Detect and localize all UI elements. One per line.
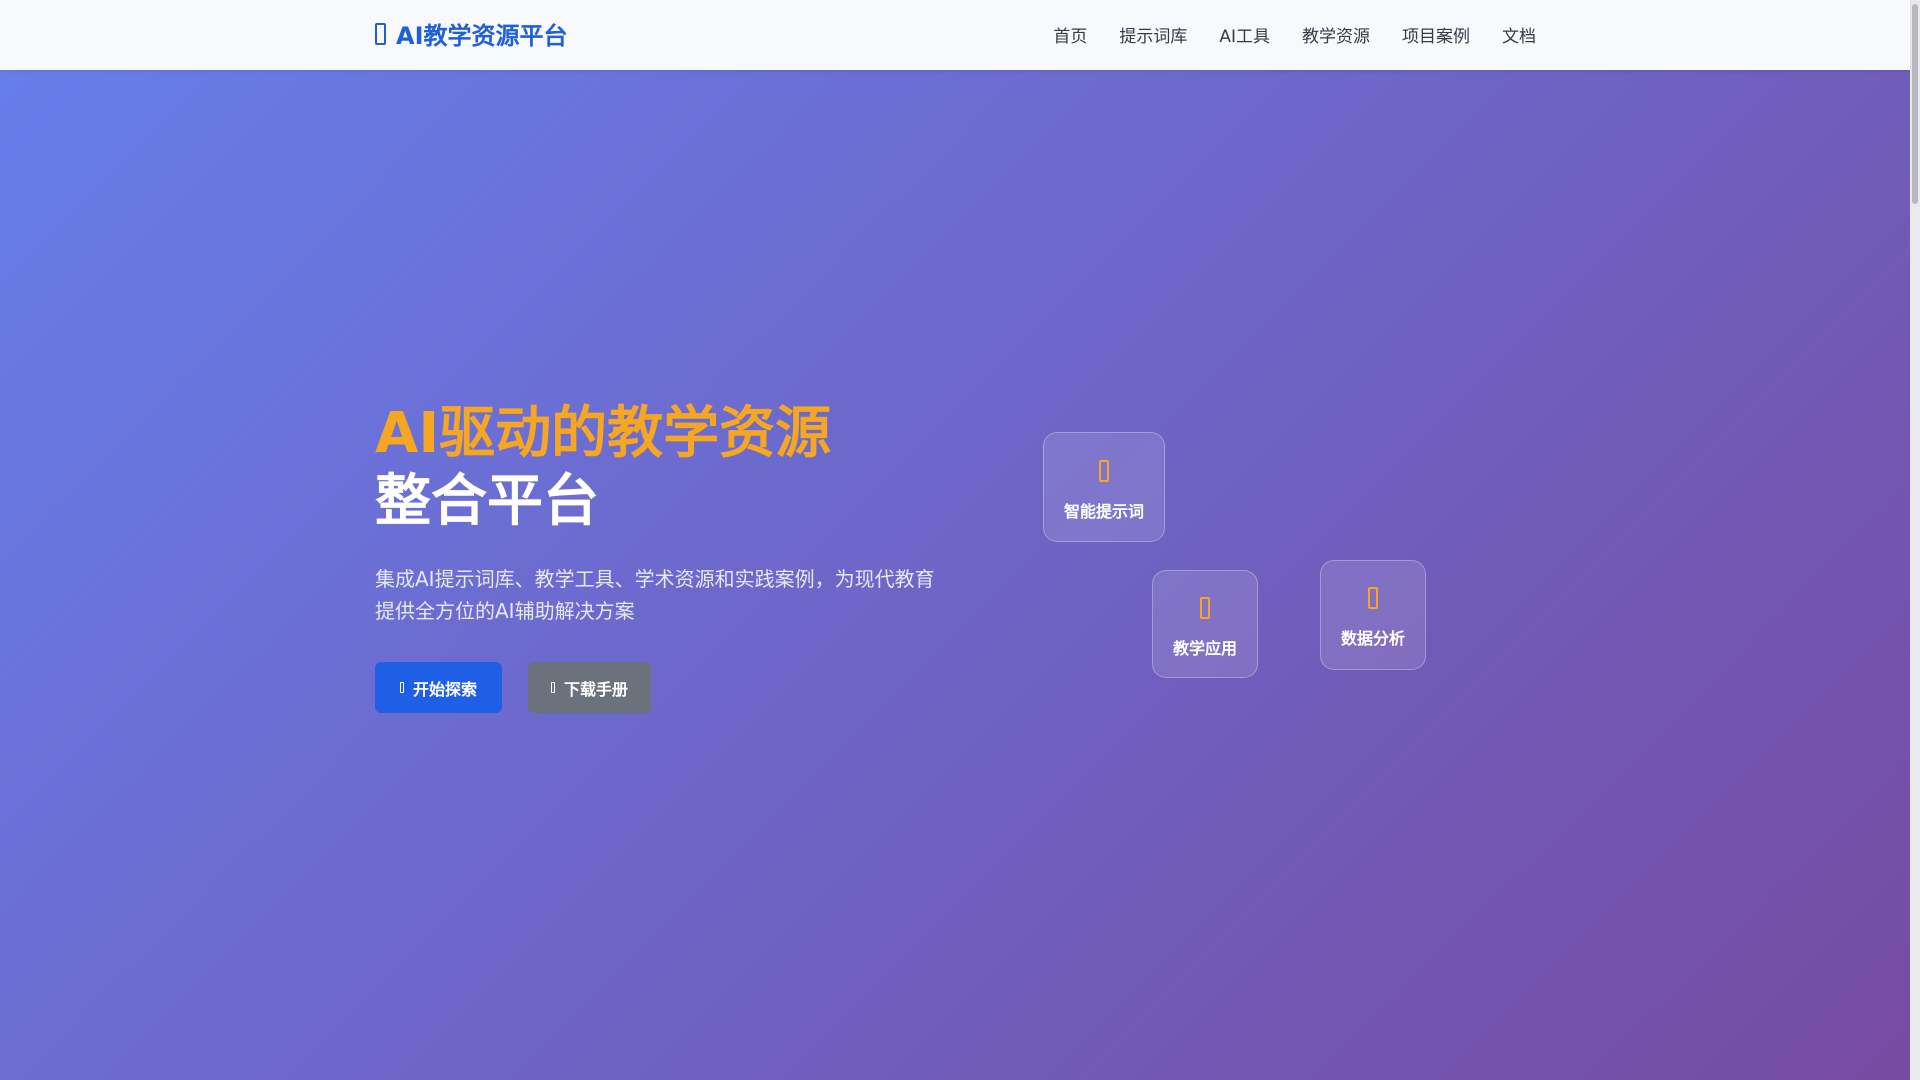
start-explore-label: 开始探索	[412, 679, 477, 699]
hero-title: AI驱动的教学资源 整合平台	[375, 400, 831, 536]
page-scrollbar[interactable]	[1910, 0, 1920, 1080]
feature-card-label: 智能提示词	[1063, 502, 1144, 521]
brand-logo[interactable]: AI教学资源平台	[375, 16, 568, 51]
feature-card-label: 教学应用	[1172, 639, 1237, 658]
graduation-icon	[375, 22, 386, 45]
nav-link-prompts[interactable]: 提示词库	[1119, 22, 1187, 47]
scrollbar-thumb[interactable]	[1912, 4, 1918, 204]
hero-title-main: 整合平台	[375, 469, 599, 534]
lightbulb-icon	[1099, 460, 1109, 482]
download-manual-button[interactable]: 下载手册	[528, 662, 651, 713]
nav-link-resources[interactable]: 教学资源	[1302, 22, 1370, 47]
chart-icon	[1368, 587, 1378, 609]
download-icon	[550, 682, 555, 693]
nav-links: 首页 提示词库 AI工具 教学资源 项目案例 文档	[1021, 22, 1536, 47]
hero-description: 集成AI提示词库、教学工具、学术资源和实践案例，为现代教育提供全方位的AI辅助解…	[375, 567, 935, 623]
hero-section	[0, 70, 1910, 1080]
nav-link-docs[interactable]: 文档	[1502, 22, 1536, 47]
feature-card-analytics: 数据分析	[1320, 560, 1426, 670]
feature-card-label: 数据分析	[1340, 629, 1405, 648]
download-manual-label: 下载手册	[563, 679, 628, 699]
chalkboard-icon	[1200, 597, 1210, 619]
top-navbar: AI教学资源平台 首页 提示词库 AI工具 教学资源 项目案例 文档	[0, 0, 1910, 70]
hero-title-accent: AI驱动的教学资源	[375, 401, 832, 466]
brand-name: AI教学资源平台	[396, 22, 568, 50]
start-explore-button[interactable]: 开始探索	[375, 662, 502, 713]
nav-link-cases[interactable]: 项目案例	[1402, 22, 1470, 47]
feature-card-prompts: 智能提示词	[1043, 432, 1165, 542]
nav-link-ai-tools[interactable]: AI工具	[1219, 22, 1270, 47]
rocket-icon	[399, 682, 404, 693]
nav-link-home[interactable]: 首页	[1053, 22, 1087, 47]
feature-card-teaching: 教学应用	[1152, 570, 1258, 678]
